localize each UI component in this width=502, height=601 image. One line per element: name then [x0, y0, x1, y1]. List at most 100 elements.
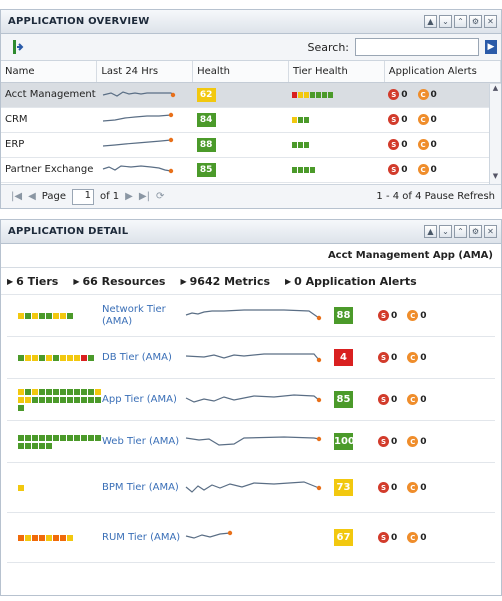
summary-metrics[interactable]: ▶ 9642 Metrics [180, 275, 270, 288]
severe-alert-count: 0 [391, 352, 398, 363]
critical-alert[interactable]: C0 [417, 139, 437, 151]
row-name[interactable]: Acct Management A [1, 82, 97, 108]
table-row[interactable]: Partner Exchange 85 S 0 C 0 [1, 157, 501, 183]
table-row[interactable]: Acct Management A 62 S 0 C 0 [1, 82, 501, 108]
tier-row: Web Tier (AMA) 100 S 0 C 0 [7, 421, 495, 463]
tier-status-dot [32, 434, 38, 441]
summary-resources[interactable]: ▶ 66 Resources [73, 275, 165, 288]
column-header-name[interactable]: Name [1, 61, 98, 83]
severe-alert[interactable]: S0 [388, 114, 408, 126]
severe-alert[interactable]: S0 [378, 310, 397, 321]
tier-link[interactable]: Network Tier (AMA) [102, 304, 184, 328]
severe-alert[interactable]: S0 [388, 164, 408, 176]
row-name[interactable]: CRM [1, 107, 97, 133]
summary-alerts[interactable]: ▶ 0 Application Alerts [285, 275, 417, 288]
critical-alert[interactable]: C0 [407, 352, 427, 363]
severe-alert-icon: S [378, 436, 389, 447]
tier-link[interactable]: App Tier (AMA) [102, 394, 184, 406]
tier-status-dot [46, 442, 52, 449]
severe-alert[interactable]: S0 [378, 532, 397, 543]
close-icon[interactable]: ✕ [484, 15, 497, 28]
move-up-icon[interactable]: ▲ [424, 15, 437, 28]
health-badge: 73 [334, 479, 353, 496]
health-badge: 88 [334, 307, 353, 324]
severe-alert[interactable]: S0 [378, 394, 397, 405]
row-sparkline [96, 157, 193, 183]
tier-status-dot [67, 434, 73, 441]
refresh-icon[interactable]: ⟳ [156, 191, 164, 202]
settings-icon[interactable]: ⚙ [469, 225, 482, 238]
table-row[interactable]: ERP 88 S 0 C 0 [1, 132, 501, 158]
column-header-tier-health[interactable]: Tier Health [288, 61, 385, 83]
critical-alert[interactable]: C0 [417, 164, 437, 176]
tier-status-dot [60, 354, 66, 361]
tier-health-dot [310, 91, 316, 98]
tier-status-dot [67, 396, 73, 403]
export-icon[interactable] [11, 40, 25, 54]
next-page-icon[interactable]: ▶ [125, 191, 133, 202]
critical-alert[interactable]: C0 [407, 436, 427, 447]
health-badge: 85 [334, 391, 353, 408]
critical-alert[interactable]: C0 [407, 394, 427, 405]
row-sparkline [96, 107, 193, 133]
settings-icon[interactable]: ⚙ [469, 15, 482, 28]
tier-sparkline [184, 390, 334, 409]
last-page-icon[interactable]: ▶| [139, 191, 150, 202]
critical-alert[interactable]: C0 [407, 310, 427, 321]
scroll-up-icon[interactable]: ▲ [490, 84, 501, 96]
tier-link[interactable]: BPM Tier (AMA) [102, 482, 184, 494]
severe-alert[interactable]: S0 [378, 482, 397, 493]
critical-alert[interactable]: C0 [407, 482, 427, 493]
critical-alert-count: 0 [420, 394, 427, 405]
tier-alerts: S0 C0 [378, 436, 437, 447]
severe-alert-icon: S [378, 352, 389, 363]
health-badge: 84 [196, 112, 216, 127]
tier-status-dot [53, 312, 59, 319]
expand-icon[interactable]: ⌃ [454, 15, 467, 28]
row-name[interactable]: Partner Exchange [1, 157, 97, 183]
tier-status-dot [81, 388, 87, 395]
close-icon[interactable]: ✕ [484, 225, 497, 238]
expand-icon[interactable]: ⌃ [454, 225, 467, 238]
collapse-icon[interactable]: ⌄ [439, 15, 452, 28]
summary-tiers[interactable]: ▶ 6 Tiers [7, 275, 58, 288]
tier-status-dot [39, 442, 45, 449]
expand-triangle-icon: ▶ [7, 276, 14, 286]
search-go-icon[interactable]: ▶ [485, 40, 497, 54]
search-input[interactable] [355, 38, 479, 56]
sparkline-chart [102, 165, 174, 174]
critical-alert[interactable]: C0 [417, 89, 437, 101]
severe-alert[interactable]: S0 [378, 436, 397, 447]
move-up-icon[interactable]: ▲ [424, 225, 437, 238]
row-health: 84 [192, 107, 289, 133]
collapse-icon[interactable]: ⌄ [439, 225, 452, 238]
row-name[interactable]: ERP [1, 132, 97, 158]
tier-status-dot [25, 442, 31, 449]
column-header-application-alerts[interactable]: Application Alerts [384, 61, 502, 83]
page-number-input[interactable]: 1 [71, 188, 94, 205]
severe-alert[interactable]: S0 [388, 89, 408, 101]
critical-alert[interactable]: C0 [417, 114, 437, 126]
tier-link[interactable]: Web Tier (AMA) [102, 436, 184, 448]
table-row[interactable]: CRM 84 S 0 C 0 [1, 107, 501, 133]
critical-alert-icon: C [407, 310, 419, 321]
first-page-icon[interactable]: |◀ [11, 191, 22, 202]
column-header-last-24-hrs[interactable]: Last 24 Hrs [96, 61, 194, 83]
prev-page-icon[interactable]: ◀ [28, 191, 36, 202]
severe-alert[interactable]: S0 [378, 352, 397, 363]
column-header-health[interactable]: Health [192, 61, 289, 83]
tier-health: 88 [334, 307, 378, 324]
critical-alert[interactable]: C0 [407, 532, 427, 543]
application-overview-panel: APPLICATION OVERVIEW ▲ ⌄ ⌃ ⚙ ✕ Search: ▶… [0, 9, 502, 209]
tier-link[interactable]: RUM Tier (AMA) [102, 532, 184, 544]
tier-health-dot [316, 91, 322, 98]
overview-scrollbar[interactable]: ▲ ▼ [489, 84, 501, 184]
health-badge: 62 [196, 87, 216, 102]
row-tier-health [288, 157, 385, 183]
scroll-down-icon[interactable]: ▼ [490, 172, 501, 184]
tier-link[interactable]: DB Tier (AMA) [102, 352, 184, 364]
severe-alert[interactable]: S0 [388, 139, 408, 151]
sparkline-chart [102, 112, 174, 122]
tier-status-dot [39, 434, 45, 441]
row-sparkline [96, 82, 193, 108]
